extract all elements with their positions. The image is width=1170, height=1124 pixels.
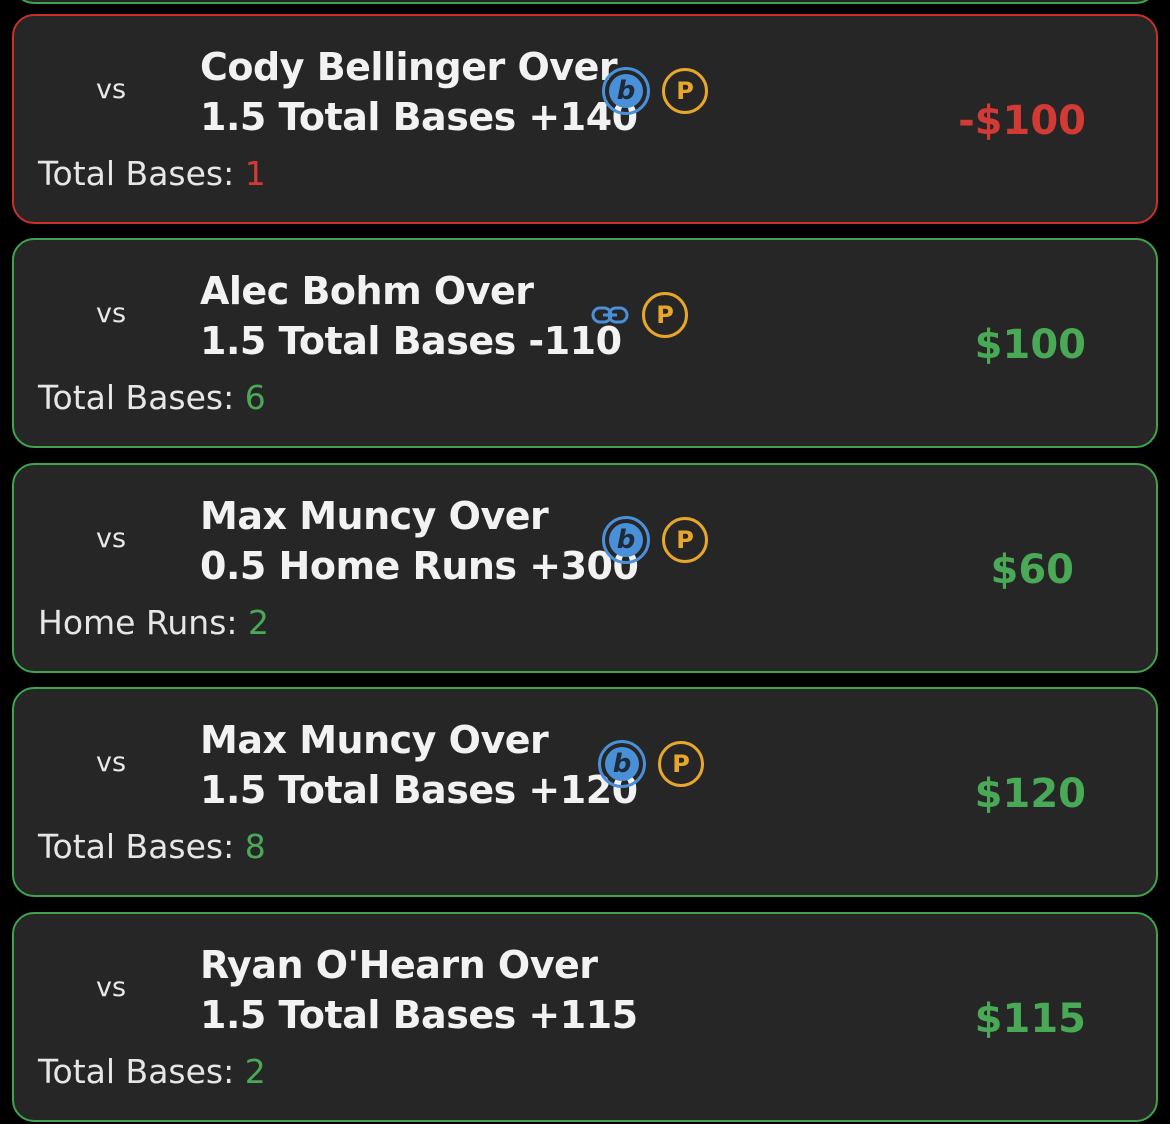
b-badge-icon: b [602, 516, 650, 564]
p-badge-icon: P [642, 292, 688, 338]
bet-player-line: Max Muncy Over [200, 718, 549, 762]
bet-card[interactable]: vs Max Muncy Over 0.5 Home Runs +300 b P… [12, 463, 1158, 673]
stat-label: Total Bases: [38, 154, 235, 193]
bet-title: Max Muncy Over 0.5 Home Runs +300 [200, 491, 639, 591]
stat-label: Total Bases: [38, 827, 235, 866]
vs-label: vs [96, 523, 127, 554]
previous-card-edge [12, 0, 1158, 4]
stat-value: 2 [244, 1052, 266, 1091]
bet-title: Max Muncy Over 1.5 Total Bases +120 [200, 715, 638, 815]
bet-amount: $120 [974, 771, 1086, 817]
stat-line: Home Runs: 2 [38, 603, 269, 642]
bet-amount: $115 [974, 996, 1086, 1042]
stat-value: 6 [244, 378, 266, 417]
vs-label: vs [96, 747, 127, 778]
bet-market-line: 1.5 Total Bases +140 [200, 95, 638, 139]
bet-market-line: 1.5 Total Bases +120 [200, 768, 638, 812]
bet-card[interactable]: vs Max Muncy Over 1.5 Total Bases +120 b… [12, 687, 1158, 897]
bet-player-line: Cody Bellinger Over [200, 45, 618, 89]
stat-value: 1 [244, 154, 266, 193]
bet-title: Alec Bohm Over 1.5 Total Bases -110 [200, 266, 622, 366]
link-icon [590, 295, 630, 335]
bet-title: Ryan O'Hearn Over 1.5 Total Bases +115 [200, 940, 638, 1040]
stat-line: Total Bases: 6 [38, 378, 266, 417]
bet-title: Cody Bellinger Over 1.5 Total Bases +140 [200, 42, 638, 142]
p-badge-icon: P [662, 517, 708, 563]
bet-card[interactable]: vs Alec Bohm Over 1.5 Total Bases -110 P… [12, 238, 1158, 448]
stat-value: 8 [244, 827, 266, 866]
bet-icons: b P [598, 737, 704, 791]
b-badge-icon: b [602, 67, 650, 115]
vs-label: vs [96, 298, 127, 329]
bet-market-line: 1.5 Total Bases -110 [200, 319, 622, 363]
stat-label: Total Bases: [38, 378, 235, 417]
bet-market-line: 0.5 Home Runs +300 [200, 544, 639, 588]
stat-value: 2 [248, 603, 270, 642]
bet-market-line: 1.5 Total Bases +115 [200, 993, 638, 1037]
stat-line: Total Bases: 8 [38, 827, 266, 866]
bet-amount: -$100 [958, 98, 1086, 144]
bet-amount: $100 [974, 322, 1086, 368]
vs-label: vs [96, 74, 127, 105]
b-badge-icon: b [598, 740, 646, 788]
stat-line: Total Bases: 1 [38, 154, 266, 193]
bet-card[interactable]: vs Cody Bellinger Over 1.5 Total Bases +… [12, 14, 1158, 224]
stat-label: Home Runs: [38, 603, 238, 642]
bet-amount: $60 [990, 547, 1075, 593]
bet-card[interactable]: vs Ryan O'Hearn Over 1.5 Total Bases +11… [12, 912, 1158, 1122]
bet-icons: b P [602, 513, 708, 567]
p-badge-icon: P [662, 68, 708, 114]
bet-icons: P [590, 288, 688, 342]
bet-player-line: Max Muncy Over [200, 494, 549, 538]
bet-player-line: Alec Bohm Over [200, 269, 534, 313]
stat-line: Total Bases: 2 [38, 1052, 266, 1091]
bet-player-line: Ryan O'Hearn Over [200, 943, 598, 987]
stat-label: Total Bases: [38, 1052, 235, 1091]
vs-label: vs [96, 972, 127, 1003]
p-badge-icon: P [658, 741, 704, 787]
bet-icons: b P [602, 64, 708, 118]
